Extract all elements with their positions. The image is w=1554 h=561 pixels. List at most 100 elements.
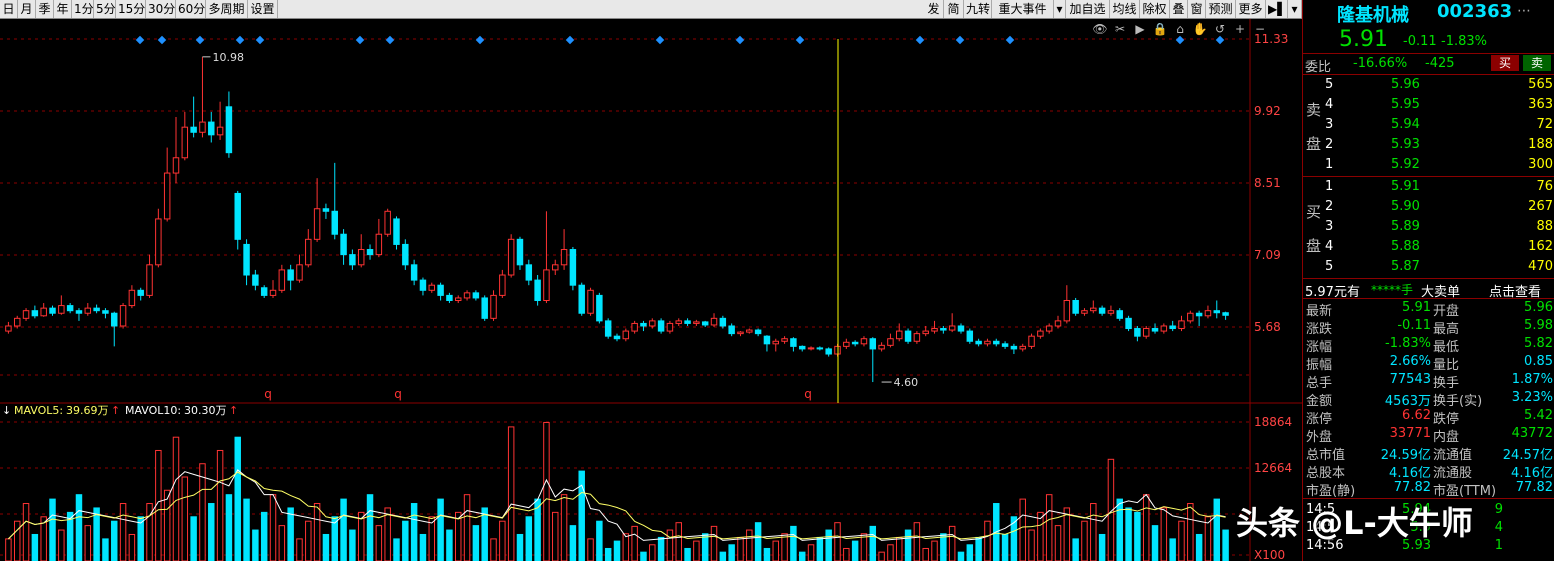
volume-bar [1037, 511, 1044, 561]
home-icon[interactable]: ⌂ [1176, 22, 1184, 36]
candle-body [1072, 299, 1079, 314]
candle-body [499, 274, 506, 296]
low-label: 4.60 [894, 376, 919, 389]
toolbar-button[interactable]: 预测 [1206, 0, 1236, 18]
scissors-icon[interactable]: ✂ [1115, 22, 1125, 36]
period-tab[interactable]: 日 [0, 0, 18, 18]
event-marker-icon [735, 35, 745, 45]
kline-chart[interactable]: 11.339.928.517.095.681886412664X10010.98… [0, 19, 1302, 561]
volume-bar [948, 525, 956, 561]
volume-bar [649, 544, 656, 561]
toolbar-button[interactable]: 重大事件 [992, 0, 1054, 18]
more-icon[interactable]: ⋯ [1517, 3, 1531, 19]
volume-bar [111, 520, 118, 561]
volume-bar [896, 536, 903, 561]
period-tab[interactable]: 15分 [116, 0, 146, 18]
ask-level: 2 [1325, 137, 1334, 152]
ask-price: 5.96 [1391, 77, 1420, 92]
period-tab[interactable]: 季 [36, 0, 54, 18]
toolbar-button[interactable]: 均线 [1110, 0, 1140, 18]
zoom-out-icon[interactable]: − [1255, 22, 1265, 36]
price-change: -0.11 [1403, 34, 1437, 49]
stat-value: 33771 [1389, 426, 1431, 441]
candle-body [587, 289, 594, 314]
candle-body [1222, 312, 1229, 316]
toolbar-button[interactable]: 九转 [964, 0, 992, 18]
buy-button[interactable]: 买 [1491, 55, 1519, 71]
ask-volume: 363 [1528, 97, 1553, 112]
stat-value: 6.62 [1402, 408, 1431, 423]
toolbar-button[interactable]: ▾ [1288, 0, 1302, 18]
ask-price: 5.92 [1391, 157, 1420, 172]
volume-bar [913, 522, 921, 561]
event-marker-icon [915, 35, 925, 45]
candle-body [446, 294, 453, 301]
ask-price: 5.95 [1391, 97, 1420, 112]
toolbar-button[interactable]: 简 [944, 0, 964, 18]
candle-body [596, 294, 603, 322]
toolbar-button[interactable]: ▶▌ [1266, 0, 1288, 18]
toolbar-button[interactable]: 叠 [1170, 0, 1188, 18]
period-tab[interactable]: 月 [18, 0, 36, 18]
candle-body [190, 126, 197, 133]
period-tab[interactable]: 1分 [72, 0, 94, 18]
volume-bar [754, 522, 762, 561]
lock-icon[interactable]: 🔒 [1153, 22, 1168, 36]
toolbar-button[interactable]: ▾ [1054, 0, 1066, 18]
candle-body [1090, 307, 1097, 312]
event-marker-icon [157, 35, 167, 45]
candle-body [993, 340, 1000, 345]
volume-bar [1195, 533, 1203, 561]
toolbar-button[interactable]: 发 [924, 0, 944, 18]
candle-body [631, 322, 638, 332]
toolbar-button[interactable]: 除权 [1140, 0, 1170, 18]
undo-icon[interactable]: ↺ [1215, 22, 1225, 36]
candle-body [13, 317, 21, 327]
volume-bar [860, 533, 868, 561]
volume-bar [1072, 538, 1079, 561]
candle-body [843, 341, 850, 347]
volume-bar [437, 498, 444, 561]
toolbar-button[interactable]: 窗 [1188, 0, 1206, 18]
candle-body [155, 218, 162, 266]
period-tab[interactable]: 设置 [248, 0, 278, 18]
stat-value: 4563万 [1384, 394, 1431, 409]
candle-body [904, 330, 912, 342]
candle-body [437, 284, 444, 296]
candle-body [260, 287, 268, 296]
volume-bar [904, 529, 912, 561]
toolbar-button[interactable]: 加自选 [1066, 0, 1110, 18]
stat-label: 振幅 [1306, 358, 1333, 373]
toolbar-button[interactable]: 更多 [1236, 0, 1266, 18]
period-tab[interactable]: 5分 [94, 0, 116, 18]
ask-level: 3 [1325, 117, 1334, 132]
ask-price: 5.93 [1391, 137, 1420, 152]
stat-label: 最低 [1433, 340, 1460, 355]
volume-bar [684, 547, 691, 561]
candle-body [781, 338, 788, 342]
period-tab[interactable]: 多周期 [206, 0, 248, 18]
bid-level: 3 [1325, 219, 1334, 234]
volume-bar [208, 503, 215, 561]
volume-bar [701, 533, 709, 561]
bid-level: 4 [1325, 239, 1334, 254]
candle-body [657, 320, 665, 332]
sell-button[interactable]: 卖 [1523, 55, 1551, 71]
zoom-in-icon[interactable]: + [1235, 22, 1245, 36]
period-tab[interactable]: 60分 [176, 0, 206, 18]
volume-bar [516, 533, 524, 561]
period-tab[interactable]: 年 [54, 0, 72, 18]
volume-bar [163, 489, 171, 561]
price-tick: 7.09 [1254, 248, 1281, 262]
weibi-pct: -16.66% [1353, 56, 1408, 71]
volume-bar [375, 525, 383, 561]
candle-body [375, 233, 383, 256]
bid-price: 5.90 [1391, 199, 1420, 214]
hand-icon[interactable]: ✋ [1193, 22, 1208, 36]
candle-body [984, 340, 991, 345]
candle-body [463, 292, 471, 299]
eye-icon[interactable]: 👁 [1092, 22, 1107, 36]
play-icon[interactable]: ▶ [1135, 22, 1145, 36]
period-tab[interactable]: 30分 [146, 0, 176, 18]
volume-bar [552, 511, 559, 561]
